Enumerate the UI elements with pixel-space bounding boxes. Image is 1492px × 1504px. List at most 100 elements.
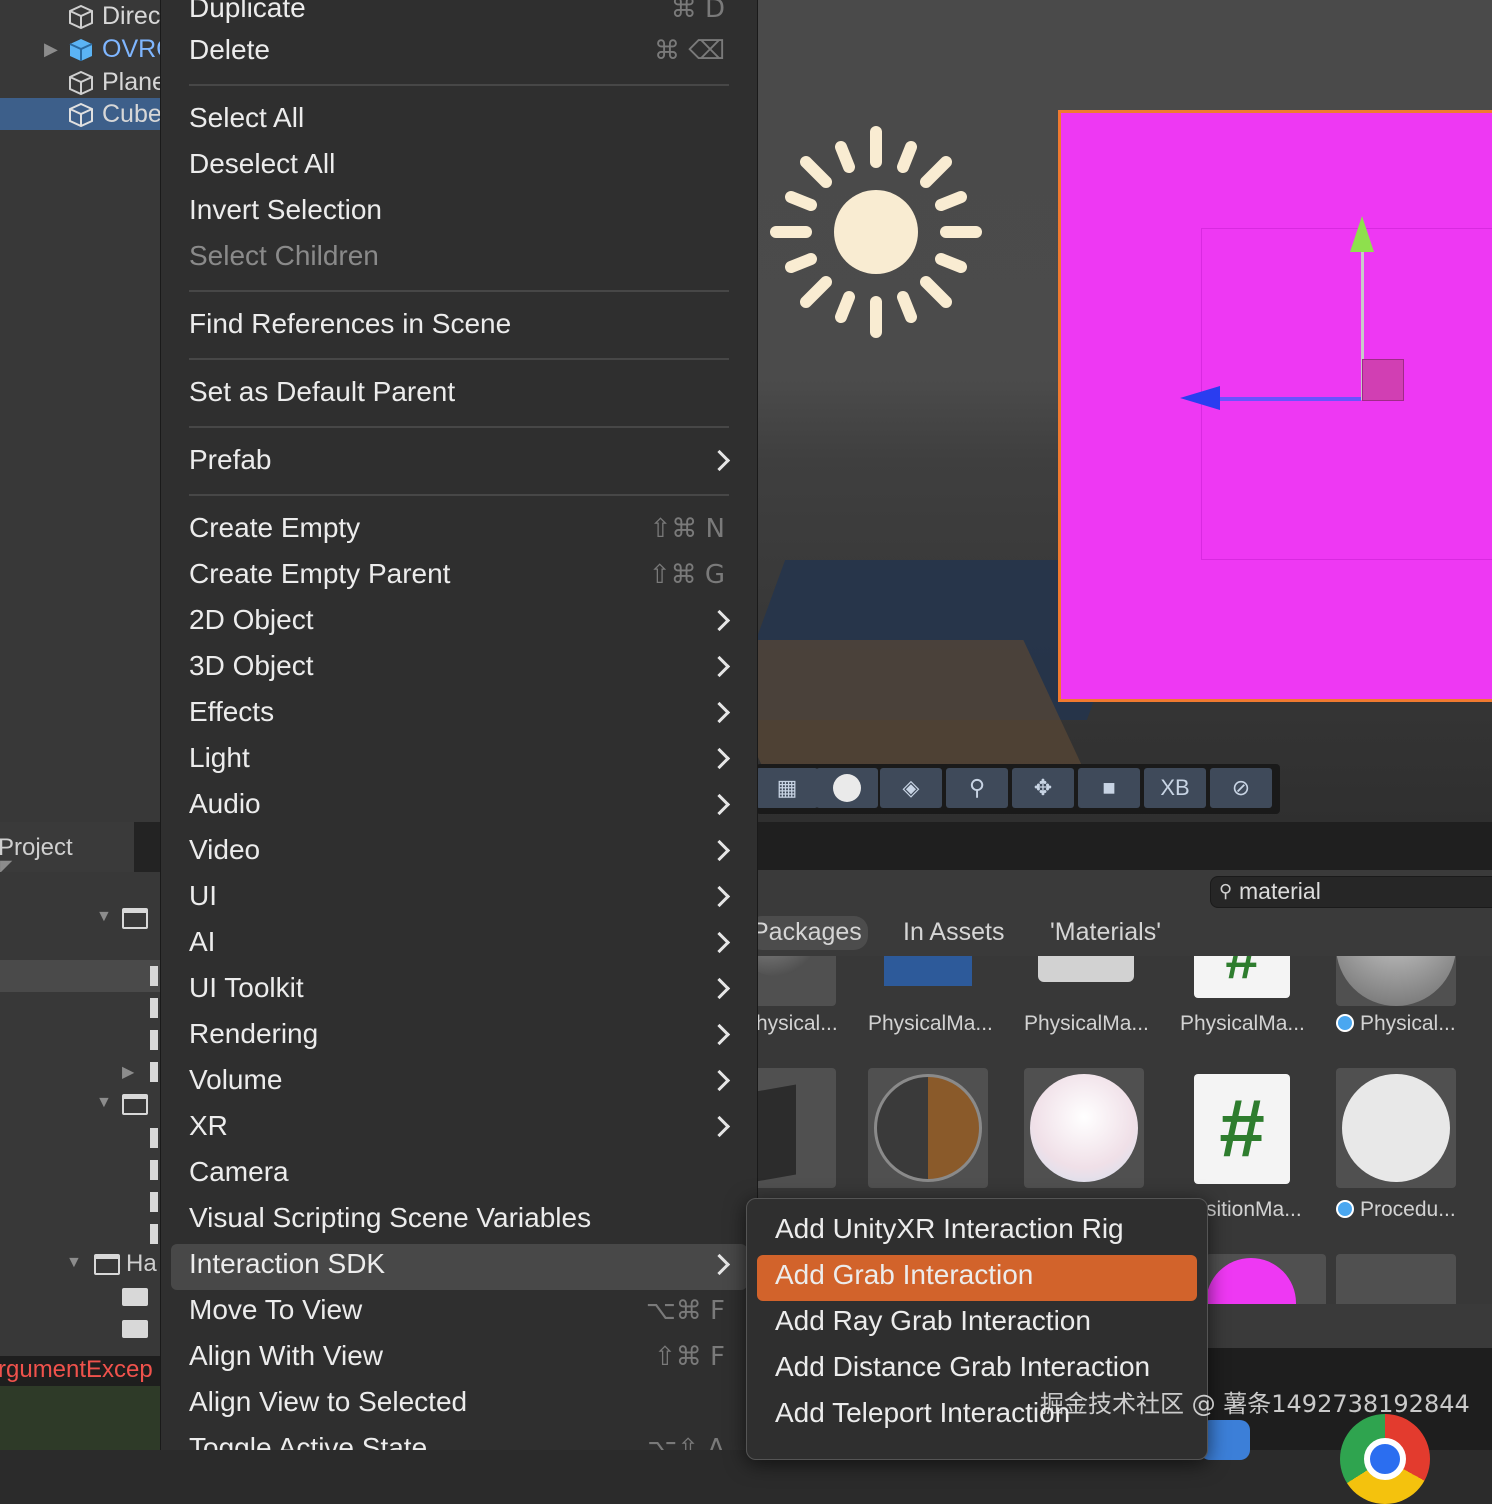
gizmo-x-axis[interactable] — [1216, 397, 1361, 401]
menu-item-align-with-view[interactable]: Align With View ⇧⌘ F — [161, 1336, 757, 1382]
hierarchy-item-ovrc[interactable]: ▶ OVRC — [0, 33, 162, 65]
xb-button[interactable]: XB — [1144, 768, 1206, 808]
expand-arrow-icon[interactable]: ▼ — [96, 1094, 112, 1112]
selected-cube[interactable] — [1058, 110, 1492, 702]
tree-row[interactable] — [0, 960, 162, 992]
asset-tile[interactable] — [884, 956, 1004, 1006]
menu-item-ai[interactable]: AI — [161, 922, 757, 968]
submenu-item-add-unityxr-interaction-rig[interactable]: Add UnityXR Interaction Rig — [757, 1209, 1197, 1255]
asset-tile[interactable] — [1024, 1068, 1144, 1188]
shading-sphere-icon[interactable] — [816, 768, 878, 808]
menu-item-toggle-active-state[interactable]: Toggle Active State ⌥⇧ A — [161, 1428, 757, 1450]
hierarchy-item-direc[interactable]: Direc — [0, 0, 162, 32]
asset-tile[interactable] — [868, 1068, 988, 1188]
menu-item-find-references-in-scene[interactable]: Find References in Scene — [161, 304, 757, 350]
menu-item-volume[interactable]: Volume — [161, 1060, 757, 1106]
layers-icon[interactable]: ◈ — [880, 768, 942, 808]
tree-row[interactable]: ▼ — [0, 1088, 162, 1120]
tree-row[interactable] — [0, 1314, 162, 1346]
hierarchy-item-plane[interactable]: Plane — [0, 66, 162, 98]
tree-row[interactable] — [0, 1122, 162, 1154]
menu-item-move-to-view[interactable]: Move To View ⌥⌘ F — [161, 1290, 757, 1336]
tree-row[interactable] — [0, 1282, 162, 1314]
menu-item-camera[interactable]: Camera — [161, 1152, 757, 1198]
menu-item-prefab[interactable]: Prefab — [161, 440, 757, 486]
menu-item-effects[interactable]: Effects — [161, 692, 757, 738]
tree-row[interactable] — [0, 992, 162, 1024]
console-error-line[interactable]: rgumentExcep — [0, 1356, 162, 1386]
folder-open-icon — [94, 1254, 120, 1275]
hierarchy-item-cube[interactable]: Cube — [0, 98, 162, 130]
camera-icon[interactable]: ■ — [1078, 768, 1140, 808]
chevron-right-icon — [708, 793, 731, 816]
filter-materials[interactable]: 'Materials' — [1050, 918, 1161, 947]
filter-in-assets[interactable]: In Assets — [903, 918, 1004, 947]
chevron-right-icon — [708, 977, 731, 1000]
gizmo-y-arrow-icon[interactable] — [1350, 216, 1374, 252]
search-icon[interactable]: ⚲ — [946, 768, 1008, 808]
expand-arrow-icon[interactable]: ▶ — [122, 1062, 134, 1082]
gizmo-plane-handle[interactable] — [1362, 359, 1404, 401]
asset-tile[interactable] — [1206, 1254, 1326, 1304]
menu-item-create-empty[interactable]: Create Empty ⇧⌘ N — [161, 508, 757, 554]
chrome-icon[interactable] — [1340, 1414, 1430, 1504]
menu-item-label: Interaction SDK — [189, 1248, 386, 1279]
menu-item-label: UI — [189, 880, 217, 911]
cube-outline-icon — [69, 102, 93, 128]
menu-item-delete[interactable]: Delete ⌘ ⌫ — [161, 30, 757, 76]
menu-item-visual-scripting-scene-variables[interactable]: Visual Scripting Scene Variables — [161, 1198, 757, 1244]
menu-item-ui[interactable]: UI — [161, 876, 757, 922]
menu-item-3d-object[interactable]: 3D Object — [161, 646, 757, 692]
expand-arrow-icon[interactable]: ▶ — [44, 39, 58, 60]
menu-item-xr[interactable]: XR — [161, 1106, 757, 1152]
menu-item-video[interactable]: Video — [161, 830, 757, 876]
submenu-item-add-grab-interaction[interactable]: Add Grab Interaction — [757, 1255, 1197, 1301]
menu-item-deselect-all[interactable]: Deselect All — [161, 144, 757, 190]
tree-row[interactable] — [0, 1186, 162, 1218]
menu-item-create-empty-parent[interactable]: Create Empty Parent ⇧⌘ G — [161, 554, 757, 600]
hierarchy-item-label: Direc — [102, 2, 161, 30]
script-file-icon[interactable]: # — [1194, 1074, 1290, 1184]
menu-item-duplicate[interactable]: Duplicate ⌘ D — [161, 0, 757, 34]
search-input[interactable]: ⚲ material — [1210, 876, 1492, 908]
asset-tile[interactable] — [756, 956, 836, 1006]
prefab-badge-icon — [1336, 1200, 1354, 1218]
menu-item-2d-object[interactable]: 2D Object — [161, 600, 757, 646]
submenu-item-add-ray-grab-interaction[interactable]: Add Ray Grab Interaction — [757, 1301, 1197, 1347]
tree-row[interactable] — [0, 1218, 162, 1250]
asset-tile[interactable] — [1336, 1068, 1456, 1188]
tree-row[interactable]: ▶ — [0, 1056, 162, 1088]
menu-separator — [189, 494, 729, 496]
gizmo-x-arrow-icon[interactable] — [1180, 386, 1220, 410]
tree-row-ha[interactable]: ▼ Ha — [0, 1248, 162, 1280]
tree-row[interactable] — [0, 1154, 162, 1186]
menu-item-set-as-default-parent[interactable]: Set as Default Parent — [161, 372, 757, 418]
menu-item-invert-selection[interactable]: Invert Selection — [161, 190, 757, 236]
menu-item-light[interactable]: Light — [161, 738, 757, 784]
scene-view[interactable] — [756, 0, 1492, 822]
tab-project[interactable]: Project — [0, 822, 134, 872]
menu-item-ui-toolkit[interactable]: UI Toolkit — [161, 968, 757, 1014]
expand-arrow-icon[interactable]: ▼ — [66, 1254, 82, 1272]
asset-tile[interactable] — [756, 1068, 836, 1188]
menu-item-interaction-sdk[interactable]: Interaction SDK — [171, 1244, 747, 1290]
asset-tile[interactable] — [1336, 956, 1456, 1006]
tree-row[interactable] — [0, 1024, 162, 1056]
submenu-item-label: Add Teleport Interaction — [775, 1397, 1071, 1428]
compass-icon[interactable]: ⊘ — [1210, 768, 1272, 808]
menu-item-select-all[interactable]: Select All — [161, 98, 757, 144]
submenu-item-label: Add UnityXR Interaction Rig — [775, 1213, 1124, 1244]
asset-tile[interactable] — [1038, 956, 1158, 1006]
move-gizmo-icon[interactable]: ✥ — [1012, 768, 1074, 808]
asset-tile[interactable] — [1336, 1254, 1456, 1304]
menu-item-shortcut: ⇧⌘ G — [648, 560, 725, 590]
tree-row[interactable]: ▼ — [0, 902, 162, 934]
menu-item-rendering[interactable]: Rendering — [161, 1014, 757, 1060]
menu-item-label: AI — [189, 926, 216, 957]
menu-item-audio[interactable]: Audio — [161, 784, 757, 830]
filter-packages[interactable]: Packages — [752, 918, 862, 947]
expand-arrow-icon[interactable]: ▼ — [96, 908, 112, 926]
script-file-icon[interactable]: # — [1194, 956, 1290, 998]
grid-icon[interactable]: ▦ — [756, 768, 818, 808]
menu-item-align-view-to-selected[interactable]: Align View to Selected — [161, 1382, 757, 1428]
